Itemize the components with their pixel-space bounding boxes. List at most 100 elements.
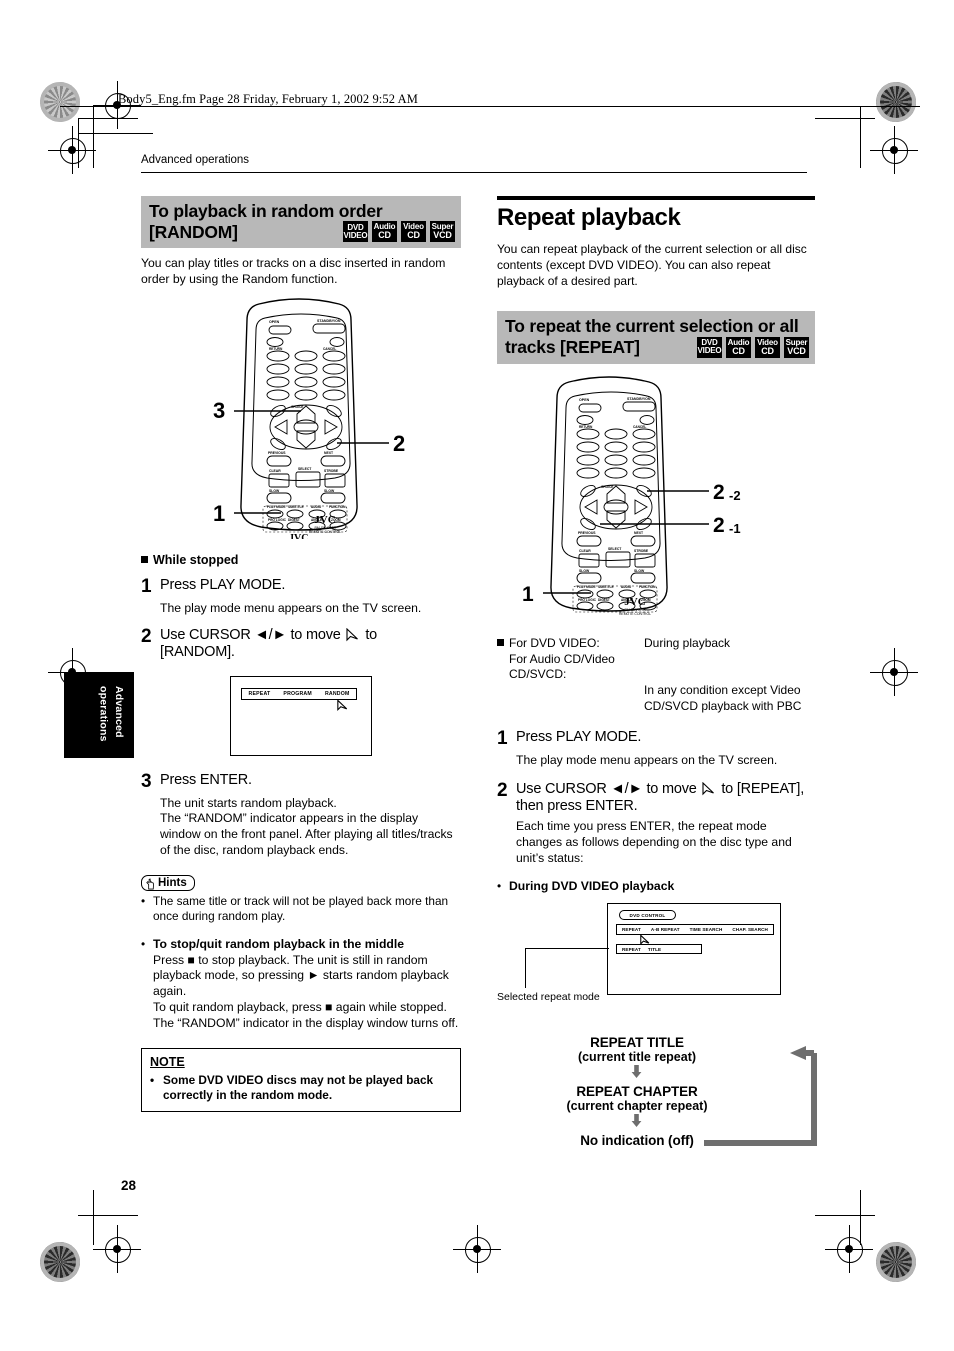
svg-text:CHOICE: CHOICE: [291, 405, 303, 409]
tv-screen-random-wrap: REPEAT PROGRAM RANDOM: [141, 675, 461, 756]
remote-brand-right: JVC RM-SXV007A REMOTE CONTROL: [618, 595, 652, 616]
svg-text:STROBE: STROBE: [634, 549, 649, 553]
hint-text: The same title or track will not be play…: [153, 893, 449, 924]
osd-selected-repeat: REPEAT: [622, 946, 641, 952]
note-item: • Some DVD VIDEO discs may not be played…: [150, 1073, 452, 1103]
svg-text:OPEN: OPEN: [579, 398, 590, 402]
svg-text:CHOICE: CHOICE: [601, 485, 613, 489]
svg-text:FUNCTION: FUNCTION: [639, 585, 656, 589]
during-dvd-video-label: During DVD VIDEO playback: [509, 879, 675, 894]
svg-text:3: 3: [213, 398, 225, 423]
pointer-cursor-icon: [702, 781, 715, 796]
svg-text:2: 2: [713, 514, 725, 537]
random-step-3-detail: The unit starts random playback. The “RA…: [160, 795, 453, 858]
while-stopped-condition: While stopped: [141, 553, 461, 567]
svg-text:SUBTITLE: SUBTITLE: [598, 585, 614, 589]
random-step-3: 3 Press ENTER.: [141, 770, 461, 792]
bullet-square-icon: [497, 639, 504, 647]
svg-text:CANCEL: CANCEL: [323, 347, 336, 351]
svg-text:SLOW: SLOW: [269, 489, 280, 493]
osd-item-ab-repeat[interactable]: A-B REPEAT: [651, 927, 680, 932]
condition-label: For DVD VIDEO:: [509, 635, 600, 650]
svg-text:RETURN: RETURN: [269, 347, 283, 351]
stop-quit-body: Press ■ to stop playback. The unit is st…: [153, 952, 459, 1031]
bullet-dot: •: [497, 879, 502, 894]
step-number: 3: [141, 770, 152, 792]
hints-list: • The same title or track will not be pl…: [141, 894, 461, 925]
leader-line-horizontal: [525, 948, 609, 950]
badge-super-vcd: Super VCD: [784, 336, 809, 358]
osd-illustration: DVD CONTROL REPEAT A-B REPEAT TIME SEARC…: [497, 903, 815, 1011]
osd-selected-mode: REPEAT TITLE: [616, 944, 702, 955]
osd-title-pill: DVD CONTROL: [619, 910, 676, 921]
chapter-side-tab-label: Advanced operations: [97, 686, 125, 742]
hints-block: Hints • The same title or track will not…: [141, 873, 461, 925]
svg-text:PREVIOUS: PREVIOUS: [268, 451, 286, 455]
menu-item-random[interactable]: RANDOM: [325, 691, 350, 697]
svg-text:PLAY MODE: PLAY MODE: [267, 505, 286, 509]
step-title: Press PLAY MODE.: [160, 577, 286, 593]
remote-brand-left: JVC RM-SXV007A REMOTE CONTROL: [308, 514, 342, 534]
svg-text:-2: -2: [729, 488, 741, 503]
crop-mark-line: [78, 118, 138, 119]
svg-text:2: 2: [713, 481, 725, 504]
pointer-cursor-icon: [337, 698, 348, 711]
osd-item-chap-search[interactable]: CHAP. SEARCH: [732, 927, 768, 932]
remote-illustration-repeat: OPEN STANDBY/ON RETURN CANCEL CHOICE PRE…: [497, 372, 815, 622]
leader-line-vertical: [525, 948, 527, 989]
badge-video-cd: Video CD: [401, 221, 426, 243]
color-control-patch-top-right: [876, 82, 916, 122]
badge-video-cd: Video CD: [755, 336, 780, 358]
badge-super-vcd: Super VCD: [430, 221, 455, 243]
condition-value: During playback: [644, 635, 731, 650]
svg-text:2: 2: [393, 431, 405, 456]
crop-mark-line: [78, 118, 79, 168]
osd-item-repeat[interactable]: REPEAT: [622, 927, 641, 932]
repeat-mode-flow-diagram: REPEAT TITLE (current title repeat) REPE…: [497, 1035, 818, 1150]
step-title-part3: then press ENTER.: [516, 798, 638, 815]
step-title: Press ENTER.: [160, 771, 252, 788]
page-title: Repeat playback: [497, 204, 681, 231]
repeat-intro-text: You can repeat playback of the current s…: [497, 242, 807, 288]
crop-mark-line: [860, 106, 861, 168]
crop-mark-line: [93, 106, 94, 168]
badge-audio-cd: Audio CD: [372, 221, 397, 243]
manual-page: Body5_Eng.fm Page 28 Friday, February 1,…: [0, 0, 954, 1351]
step-title-part2: to [REPEAT],: [721, 780, 805, 797]
bullet-dot: •: [141, 893, 146, 908]
step-number: 1: [497, 727, 508, 749]
crop-mark-line: [93, 1190, 94, 1245]
svg-text:SELECT: SELECT: [608, 547, 622, 551]
during-dvd-video-block: • During DVD VIDEO playback: [497, 879, 815, 893]
svg-text:STANDBY/ON: STANDBY/ON: [317, 319, 341, 323]
step-number: 2: [141, 625, 152, 647]
bullet-dot: •: [141, 936, 146, 951]
menu-item-repeat[interactable]: REPEAT: [249, 691, 271, 697]
svg-text:STROBE: STROBE: [324, 469, 339, 473]
badge-dvd-video: DVD VIDEO: [697, 336, 722, 358]
hand-pointer-icon: [146, 878, 154, 890]
disc-type-badges-random: DVD VIDEO Audio CD Video CD Super VCD: [343, 221, 455, 243]
condition-label: For Audio CD/Video CD/SVCD:: [509, 651, 615, 682]
svg-text:SUBTITLE: SUBTITLE: [288, 505, 304, 509]
osd-item-time-search[interactable]: TIME SEARCH: [690, 927, 723, 932]
tv-screen-dvd-control: DVD CONTROL REPEAT A-B REPEAT TIME SEARC…: [607, 903, 781, 996]
stop-quit-block: • To stop/quit random playback in the mi…: [141, 937, 461, 1032]
list-item: • The same title or track will not be pl…: [141, 894, 461, 925]
menu-item-program[interactable]: PROGRAM: [283, 691, 312, 697]
hints-tag: Hints: [141, 874, 195, 891]
svg-text:PREVIOUS: PREVIOUS: [578, 531, 596, 535]
right-column: Repeat playback You can repeat playback …: [497, 196, 818, 1150]
page-number: 28: [121, 1178, 137, 1193]
note-text: Some DVD VIDEO discs may not be played b…: [163, 1072, 434, 1102]
registration-mark-top-left-2: [48, 126, 96, 174]
svg-text:AUDIO: AUDIO: [311, 505, 322, 509]
registration-mark-right-mid: [870, 648, 918, 696]
svg-text:FUNCTION: FUNCTION: [329, 505, 346, 509]
random-step-1: 1 Press PLAY MODE.: [141, 577, 461, 597]
repeat-step-1-detail: The play mode menu appears on the TV scr…: [516, 752, 778, 767]
chapter-side-tab: Advanced operations: [64, 672, 134, 758]
svg-text:PRO LOGIC: PRO LOGIC: [578, 598, 597, 602]
svg-text:SELECT: SELECT: [298, 467, 312, 471]
bullet-dot: •: [150, 1072, 155, 1087]
